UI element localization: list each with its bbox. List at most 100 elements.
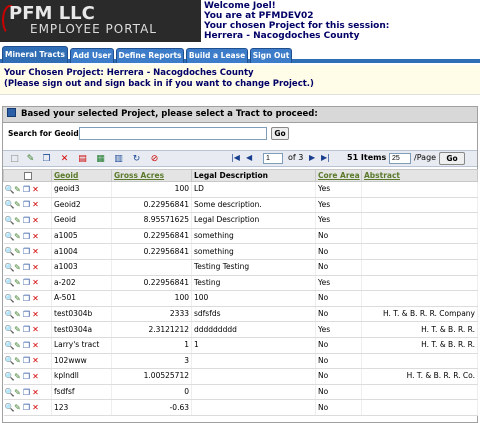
header-core-area[interactable]: Core Area xyxy=(315,169,362,182)
view-icon[interactable]: 🔍 xyxy=(5,388,15,397)
edit-icon[interactable]: ✎ xyxy=(14,341,22,350)
search-geoid-input[interactable] xyxy=(79,127,267,140)
copy-icon[interactable]: ❐ xyxy=(23,263,31,272)
page-number-input[interactable] xyxy=(263,153,283,164)
edit-icon[interactable]: ✎ xyxy=(14,310,22,319)
copy-icon[interactable]: ❐ xyxy=(23,310,31,319)
refresh-icon[interactable]: ↻ xyxy=(131,154,142,165)
table-row[interactable]: 🔍✎ ❐ ✕ 123 -0.63 No xyxy=(3,399,478,416)
copy-icon[interactable]: ❐ xyxy=(23,403,31,412)
prev-page-icon[interactable]: ◀ xyxy=(246,152,252,164)
table-row[interactable]: 🔍✎ ❐ ✕ Geoid 8.95571625 Legal Description Yes xyxy=(3,212,478,229)
edit-icon[interactable]: ✎ xyxy=(14,185,22,194)
table-row[interactable]: 🔍✎ ❐ ✕ 102www 3 No xyxy=(3,353,478,370)
tab-add-user[interactable]: Add User xyxy=(70,48,114,63)
clear-filter-icon[interactable]: ⊘ xyxy=(149,154,160,165)
delete-icon[interactable]: ✕ xyxy=(32,247,40,256)
view-icon[interactable]: 🔍 xyxy=(5,294,15,303)
header-gross-acres[interactable]: Gross Acres xyxy=(111,169,192,182)
table-row[interactable]: 🔍✎ ❐ ✕ Larry's tract 1 1 No H. T. & B. R. R. xyxy=(3,337,478,354)
tab-sign-out[interactable]: Sign Out xyxy=(250,48,292,63)
delete-icon[interactable]: ✕ xyxy=(32,278,40,287)
table-row[interactable]: 🔍✎ ❐ ✕ a1005 0.22956841 something No xyxy=(3,228,478,245)
copy-icon[interactable]: ❐ xyxy=(23,216,31,225)
page-size-input[interactable] xyxy=(389,153,411,164)
search-go-button[interactable]: Go xyxy=(271,127,289,140)
delete-icon[interactable]: ✕ xyxy=(32,263,40,272)
view-icon[interactable]: 🔍 xyxy=(5,341,15,350)
view-icon[interactable]: 🔍 xyxy=(5,200,15,209)
edit-icon[interactable]: ✎ xyxy=(14,232,22,241)
view-icon[interactable]: 🔍 xyxy=(5,216,15,225)
edit-icon[interactable]: ✎ xyxy=(14,294,22,303)
table-row[interactable]: 🔍✎ ❐ ✕ a1004 0.22956841 something No xyxy=(3,243,478,260)
delete-icon[interactable]: ✕ xyxy=(32,216,40,225)
delete-icon[interactable]: ✕ xyxy=(32,232,40,241)
delete-icon[interactable]: ✕ xyxy=(32,341,40,350)
copy-icon[interactable]: ❐ xyxy=(23,232,31,241)
edit-icon[interactable]: ✎ xyxy=(14,325,22,334)
delete-icon[interactable]: ✕ xyxy=(32,388,40,397)
edit-icon[interactable]: ✎ xyxy=(14,403,22,412)
copy-icon[interactable]: ❐ xyxy=(23,372,31,381)
table-row[interactable]: 🔍✎ ❐ ✕ geoid3 100 LD Yes xyxy=(3,181,478,198)
copy-icon[interactable]: ❐ xyxy=(23,325,31,334)
view-icon[interactable]: 🔍 xyxy=(5,278,15,287)
table-row[interactable]: 🔍✎ ❐ ✕ a1003 Testing Testing No xyxy=(3,259,478,276)
copy-icon[interactable]: ❐ xyxy=(41,154,52,165)
copy-icon[interactable]: ❐ xyxy=(23,278,31,287)
table-row[interactable]: 🔍✎ ❐ ✕ test0304a 2.3121212 ddddddddd Yes H. T. … xyxy=(3,321,478,338)
delete-icon[interactable]: ✕ xyxy=(32,403,40,412)
table-row[interactable]: 🔍✎ ❐ ✕ test0304b 2333 sdfsfds No H. T. & B. R. … xyxy=(3,306,478,323)
pdf-icon[interactable]: ▤ xyxy=(77,154,88,165)
edit-icon[interactable]: ✎ xyxy=(14,356,22,365)
next-page-icon[interactable]: ▶ xyxy=(309,152,315,164)
copy-icon[interactable]: ❐ xyxy=(23,388,31,397)
view-icon[interactable]: 🔍 xyxy=(5,185,15,194)
copy-icon[interactable]: ❐ xyxy=(23,341,31,350)
edit-icon[interactable]: ✎ xyxy=(14,278,22,287)
edit-icon[interactable]: ✎ xyxy=(14,247,22,256)
view-icon[interactable]: 🔍 xyxy=(5,232,15,241)
copy-icon[interactable]: ❐ xyxy=(23,356,31,365)
edit-icon[interactable]: ✎ xyxy=(25,154,36,165)
pager-go-button[interactable]: Go xyxy=(439,152,465,165)
first-page-icon[interactable]: |◀ xyxy=(231,152,240,164)
tab-define-reports[interactable]: Define Reports xyxy=(116,48,184,63)
table-row[interactable]: 🔍✎ ❐ ✕ A-501 100 100 No xyxy=(3,290,478,307)
delete-icon[interactable]: ✕ xyxy=(32,372,40,381)
delete-icon[interactable]: ✕ xyxy=(32,356,40,365)
edit-icon[interactable]: ✎ xyxy=(14,263,22,272)
view-icon[interactable]: 🔍 xyxy=(5,325,15,334)
edit-icon[interactable]: ✎ xyxy=(14,388,22,397)
delete-icon[interactable]: ✕ xyxy=(32,185,40,194)
word-icon[interactable]: ▥ xyxy=(113,154,124,165)
view-icon[interactable]: 🔍 xyxy=(5,356,15,365)
table-row[interactable]: 🔍✎ ❐ ✕ fsdfsf 0 No xyxy=(3,384,478,401)
copy-icon[interactable]: ❐ xyxy=(23,185,31,194)
view-icon[interactable]: 🔍 xyxy=(5,263,15,272)
select-all-checkbox[interactable] xyxy=(23,172,32,180)
view-icon[interactable]: 🔍 xyxy=(5,372,15,381)
delete-icon[interactable]: ✕ xyxy=(59,154,70,165)
view-icon[interactable]: 🔍 xyxy=(5,310,15,319)
delete-icon[interactable]: ✕ xyxy=(32,294,40,303)
header-geoid[interactable]: Geoid xyxy=(51,169,112,182)
tab-build-a-lease[interactable]: Build a Lease xyxy=(186,48,248,63)
table-row[interactable]: 🔍✎ ❐ ✕ kplndll 1.00525712 No H. T. & B. R. R. … xyxy=(3,368,478,385)
edit-icon[interactable]: ✎ xyxy=(14,372,22,381)
select-all-header[interactable] xyxy=(3,169,52,182)
delete-icon[interactable]: ✕ xyxy=(32,200,40,209)
edit-icon[interactable]: ✎ xyxy=(14,216,22,225)
view-icon[interactable]: 🔍 xyxy=(5,247,15,256)
last-page-icon[interactable]: ▶| xyxy=(321,152,330,164)
excel-icon[interactable]: ▦ xyxy=(95,154,106,165)
table-row[interactable]: 🔍✎ ❐ ✕ a-202 0.22956841 Testing Yes xyxy=(3,275,478,292)
copy-icon[interactable]: ❐ xyxy=(23,200,31,209)
table-row[interactable]: 🔍✎ ❐ ✕ Geoid2 0.22956841 Some description. Yes xyxy=(3,197,478,214)
new-icon[interactable]: □ xyxy=(9,154,20,165)
delete-icon[interactable]: ✕ xyxy=(32,310,40,319)
tab-mineral-tracts[interactable]: Mineral Tracts xyxy=(2,46,68,63)
view-icon[interactable]: 🔍 xyxy=(5,403,15,412)
edit-icon[interactable]: ✎ xyxy=(14,200,22,209)
